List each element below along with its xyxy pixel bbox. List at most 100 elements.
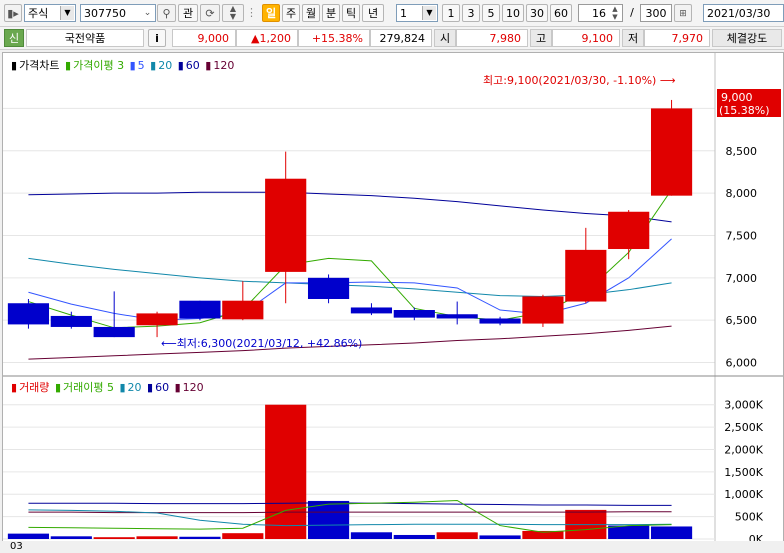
volume-bar	[436, 532, 478, 539]
count-stepper[interactable]: 16 ▲ ▼	[578, 4, 623, 22]
sync-icon[interactable]: ⟳	[200, 4, 220, 22]
price-tick-label: 7,500	[726, 229, 758, 242]
legend-ma5: 5	[137, 59, 145, 72]
legend-ma120-marker: ▮	[205, 59, 212, 72]
interval-value: 1	[400, 7, 407, 20]
stock-code-input[interactable]: 307750 ⌄	[80, 4, 156, 22]
price-legend-title-marker: ▮	[11, 59, 18, 72]
date-axis-label: 03	[10, 541, 23, 552]
price-tick-label: 8,500	[726, 145, 758, 158]
interval-30-button[interactable]: 30	[526, 4, 548, 22]
volume-bar	[265, 404, 307, 539]
candle-body	[650, 108, 693, 196]
volume-bar	[93, 537, 135, 539]
legend-vol-ma120-marker: ▮	[174, 381, 181, 394]
chart-area[interactable]: 9,000 8,500 8,000 7,500 7,000 6,500 6,000 3,00…	[2, 52, 784, 542]
toolbar: ▮▸ 주식 ▼ 307750 ⌄ ⚲ 관 ⟳ ▲ ▼ ⋮ 일 주 월 분 틱 년 …	[0, 0, 784, 27]
search-icon[interactable]: ⚲	[157, 4, 176, 22]
low-label: 저	[622, 29, 644, 47]
legend-vol-ma60: 60	[155, 381, 170, 394]
total-count-field[interactable]: 300	[640, 4, 672, 22]
legend-ma20: 20	[158, 59, 173, 72]
legend-ma5-marker: ▮	[129, 59, 136, 72]
candle-body	[265, 178, 307, 272]
volume-legend-title: 거래량	[19, 381, 50, 394]
count-value: 16	[592, 7, 606, 20]
info-button[interactable]: i	[148, 29, 166, 47]
volume-bar	[608, 525, 650, 539]
interval-3-button[interactable]: 3	[462, 4, 480, 22]
interval-5-button[interactable]: 5	[482, 4, 500, 22]
last-rate-label: (15.38%)	[719, 104, 770, 117]
candle-body	[436, 314, 478, 319]
quote-bar: 신 국전약품 i 9,000 ▲1,200 +15.38% 279,824 시 …	[0, 27, 784, 50]
market-type-select[interactable]: 주식 ▼	[24, 4, 76, 22]
price-candles	[7, 99, 693, 338]
date-select[interactable]: 2021/03/30	[703, 4, 784, 22]
volume-tick-label: 1,000K	[724, 488, 763, 501]
high-price: 9,100	[552, 29, 620, 47]
tab-day[interactable]: 일	[262, 4, 280, 22]
tab-year[interactable]: 년	[362, 4, 384, 22]
stock-name: 국전약품	[26, 29, 144, 47]
candle-body	[222, 300, 264, 320]
last-price-label: 9,000	[721, 91, 753, 104]
chevron-down-icon[interactable]: ▼	[422, 6, 436, 20]
candle-body	[522, 296, 564, 324]
legend-vol-ma60-marker: ▮	[147, 381, 154, 394]
interest-button[interactable]: 관	[178, 4, 198, 22]
volume-bar	[650, 526, 693, 539]
updown-arrow-icon[interactable]: ▲ ▼	[222, 4, 244, 22]
candle-body	[50, 315, 92, 327]
tab-tick[interactable]: 틱	[342, 4, 360, 22]
price-tick-label: 8,000	[726, 187, 758, 200]
panel-toggle-icon[interactable]: ▮▸	[4, 4, 22, 22]
count-separator: /	[630, 6, 634, 19]
price-tick-label: 6,500	[726, 314, 758, 327]
price-legend-title: 가격차트	[19, 59, 60, 72]
interval-10-button[interactable]: 10	[502, 4, 524, 22]
volume-value: 279,824	[370, 29, 432, 47]
candle-body	[393, 310, 435, 318]
tab-week[interactable]: 주	[282, 4, 300, 22]
change-rate: +15.38%	[298, 29, 370, 47]
calendar-grid-icon[interactable]: ⊞	[674, 4, 692, 22]
interval-select[interactable]: 1 ▼	[396, 4, 438, 22]
legend-vol-ma20-marker: ▮	[119, 381, 126, 394]
volume-legend-title-marker: ▮	[11, 381, 18, 394]
volume-legend: ▮ 거래량 ▮ 거래이평 5 ▮ 20 ▮ 60 ▮ 120	[11, 379, 206, 395]
stepper-arrows-icon[interactable]: ▲ ▼	[609, 5, 621, 21]
low-price: 7,970	[644, 29, 710, 47]
legend-ma120: 120	[213, 59, 235, 72]
chevron-down-icon[interactable]: ⌄	[141, 6, 154, 20]
legend-ma20-marker: ▮	[150, 59, 157, 72]
price-legend: ▮ 가격차트 ▮ 가격이평 3 ▮ 5 ▮ 20 ▮ 60 ▮ 120	[11, 57, 236, 73]
volume-grid	[3, 404, 715, 540]
legend-ma60: 60	[185, 59, 200, 72]
volume-bar	[179, 536, 221, 539]
high-label: 고	[530, 29, 552, 47]
candle-body	[136, 313, 178, 326]
current-price: 9,000	[172, 29, 236, 47]
chart-canvas[interactable]: 9,000 8,500 8,000 7,500 7,000 6,500 6,000 3,00…	[3, 53, 783, 541]
tab-minute[interactable]: 분	[322, 4, 340, 22]
volume-bar	[136, 536, 178, 539]
more-icon[interactable]: ⋮	[246, 4, 257, 22]
tab-month[interactable]: 월	[302, 4, 320, 22]
candle-body	[350, 307, 393, 314]
legend-vol-ma120: 120	[182, 381, 204, 394]
date-value: 2021/03/30	[707, 7, 771, 20]
volume-tick-label: 500K	[735, 511, 764, 524]
price-ma60-line	[28, 191, 672, 223]
candle-body	[7, 303, 50, 325]
volume-bar	[222, 533, 264, 539]
volume-tick-label: 0K	[749, 533, 764, 541]
legend-ma3: 가격이평 3	[73, 59, 125, 72]
volume-bar	[479, 535, 521, 539]
volume-tick-label: 3,000K	[724, 399, 763, 412]
interval-1-button[interactable]: 1	[442, 4, 460, 22]
volume-tick-label: 2,000K	[724, 443, 763, 456]
interval-60-button[interactable]: 60	[550, 4, 572, 22]
new-listing-badge: 신	[4, 29, 24, 47]
chevron-down-icon[interactable]: ▼	[60, 6, 74, 20]
